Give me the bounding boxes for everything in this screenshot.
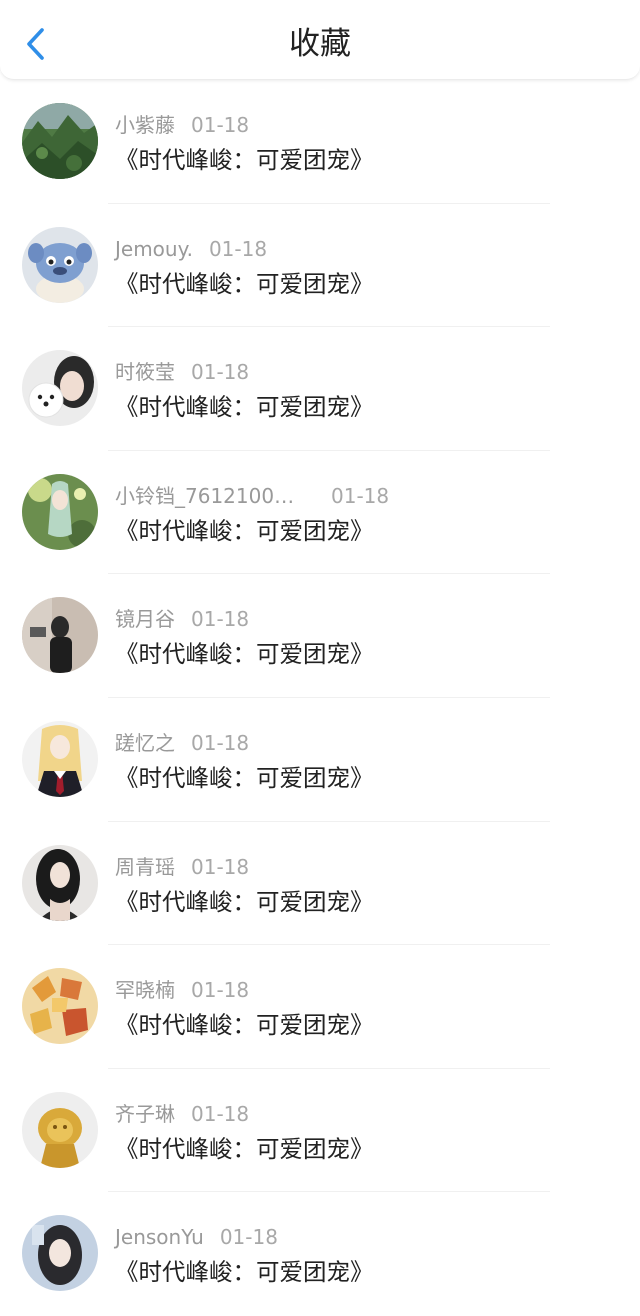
favorite-title[interactable]: 《时代峰峻：可爱团宠》 — [115, 1009, 374, 1041]
plush-toy-avatar[interactable] — [22, 226, 98, 303]
anime-character-avatar[interactable] — [22, 473, 98, 550]
post-date: 01-18 — [191, 360, 250, 385]
list-item[interactable]: JensonYu 01-18 《时代峰峻：可爱团宠》 — [0, 1192, 640, 1316]
top-nav-bar: 收藏 — [0, 0, 640, 80]
post-date: 01-18 — [331, 483, 390, 508]
list-item[interactable]: Jemouy. 01-18 《时代峰峻：可爱团宠》 — [0, 204, 640, 328]
list-item[interactable]: 时筱莹 01-18 《时代峰峻：可爱团宠》 — [0, 327, 640, 451]
favorite-title[interactable]: 《时代峰峻：可爱团宠》 — [115, 1256, 374, 1288]
favorite-title[interactable]: 《时代峰峻：可爱团宠》 — [115, 638, 374, 670]
list-item[interactable]: 齐子琳 01-18 《时代峰峻：可爱团宠》 — [0, 1069, 640, 1193]
mirror-selfie-avatar[interactable] — [22, 597, 98, 674]
girl-with-dog-avatar[interactable] — [22, 350, 98, 427]
list-item[interactable]: 镜月谷 01-18 《时代峰峻：可爱团宠》 — [0, 574, 640, 698]
favorite-title[interactable]: 《时代峰峻：可爱团宠》 — [115, 144, 374, 176]
favorite-title[interactable]: 《时代峰峻：可爱团宠》 — [115, 515, 374, 547]
favorites-list: 小紫藤 01-18 《时代峰峻：可爱团宠》 Jemouy. 01-18 《时代峰峻：… — [0, 80, 640, 1316]
post-date: 01-18 — [191, 854, 250, 879]
selfie-avatar[interactable] — [22, 1215, 98, 1292]
post-date: 01-18 — [191, 1101, 250, 1126]
user-name[interactable]: 时筱莹 — [115, 359, 175, 385]
list-item[interactable]: 罕晓楠 01-18 《时代峰峻：可爱团宠》 — [0, 945, 640, 1069]
list-item[interactable]: 蹉忆之 01-18 《时代峰峻：可爱团宠》 — [0, 698, 640, 822]
user-name[interactable]: 小铃铛_7612100… — [115, 483, 315, 509]
user-name[interactable]: JensonYu — [115, 1224, 204, 1250]
post-date: 01-18 — [191, 113, 250, 137]
post-date: 01-18 — [191, 978, 250, 1003]
user-name[interactable]: 罕晓楠 — [115, 977, 175, 1003]
landscape-avatar[interactable] — [22, 103, 98, 179]
user-name[interactable]: 蹉忆之 — [115, 730, 175, 756]
user-name[interactable]: 镜月谷 — [115, 606, 175, 632]
user-name[interactable]: 齐子琳 — [115, 1101, 175, 1127]
page-title: 收藏 — [289, 26, 351, 62]
post-date: 01-18 — [191, 607, 250, 632]
autumn-leaves-avatar[interactable] — [22, 968, 98, 1045]
favorite-title[interactable]: 《时代峰峻：可爱团宠》 — [115, 391, 374, 423]
user-name[interactable]: 周青瑶 — [115, 854, 175, 880]
list-item[interactable]: 小铃铛_7612100… 01-18 《时代峰峻：可爱团宠》 — [0, 451, 640, 575]
post-date: 01-18 — [219, 1225, 278, 1250]
list-item[interactable]: 小紫藤 01-18 《时代峰峻：可爱团宠》 — [0, 80, 640, 204]
favorite-title[interactable]: 《时代峰峻：可爱团宠》 — [115, 268, 374, 300]
anime-blonde-avatar[interactable] — [22, 720, 98, 797]
favorite-title[interactable]: 《时代峰峻：可爱团宠》 — [115, 762, 374, 794]
list-item[interactable]: 周青瑶 01-18 《时代峰峻：可爱团宠》 — [0, 822, 640, 946]
user-name[interactable]: Jemouy. — [115, 236, 193, 262]
golden-lion-avatar[interactable] — [22, 1091, 98, 1168]
portrait-avatar[interactable] — [22, 844, 98, 921]
post-date: 01-18 — [208, 236, 268, 261]
favorite-title[interactable]: 《时代峰峻：可爱团宠》 — [115, 1133, 374, 1165]
user-name[interactable]: 小紫藤 — [115, 112, 175, 138]
favorite-title[interactable]: 《时代峰峻：可爱团宠》 — [115, 886, 374, 918]
post-date: 01-18 — [191, 730, 250, 755]
